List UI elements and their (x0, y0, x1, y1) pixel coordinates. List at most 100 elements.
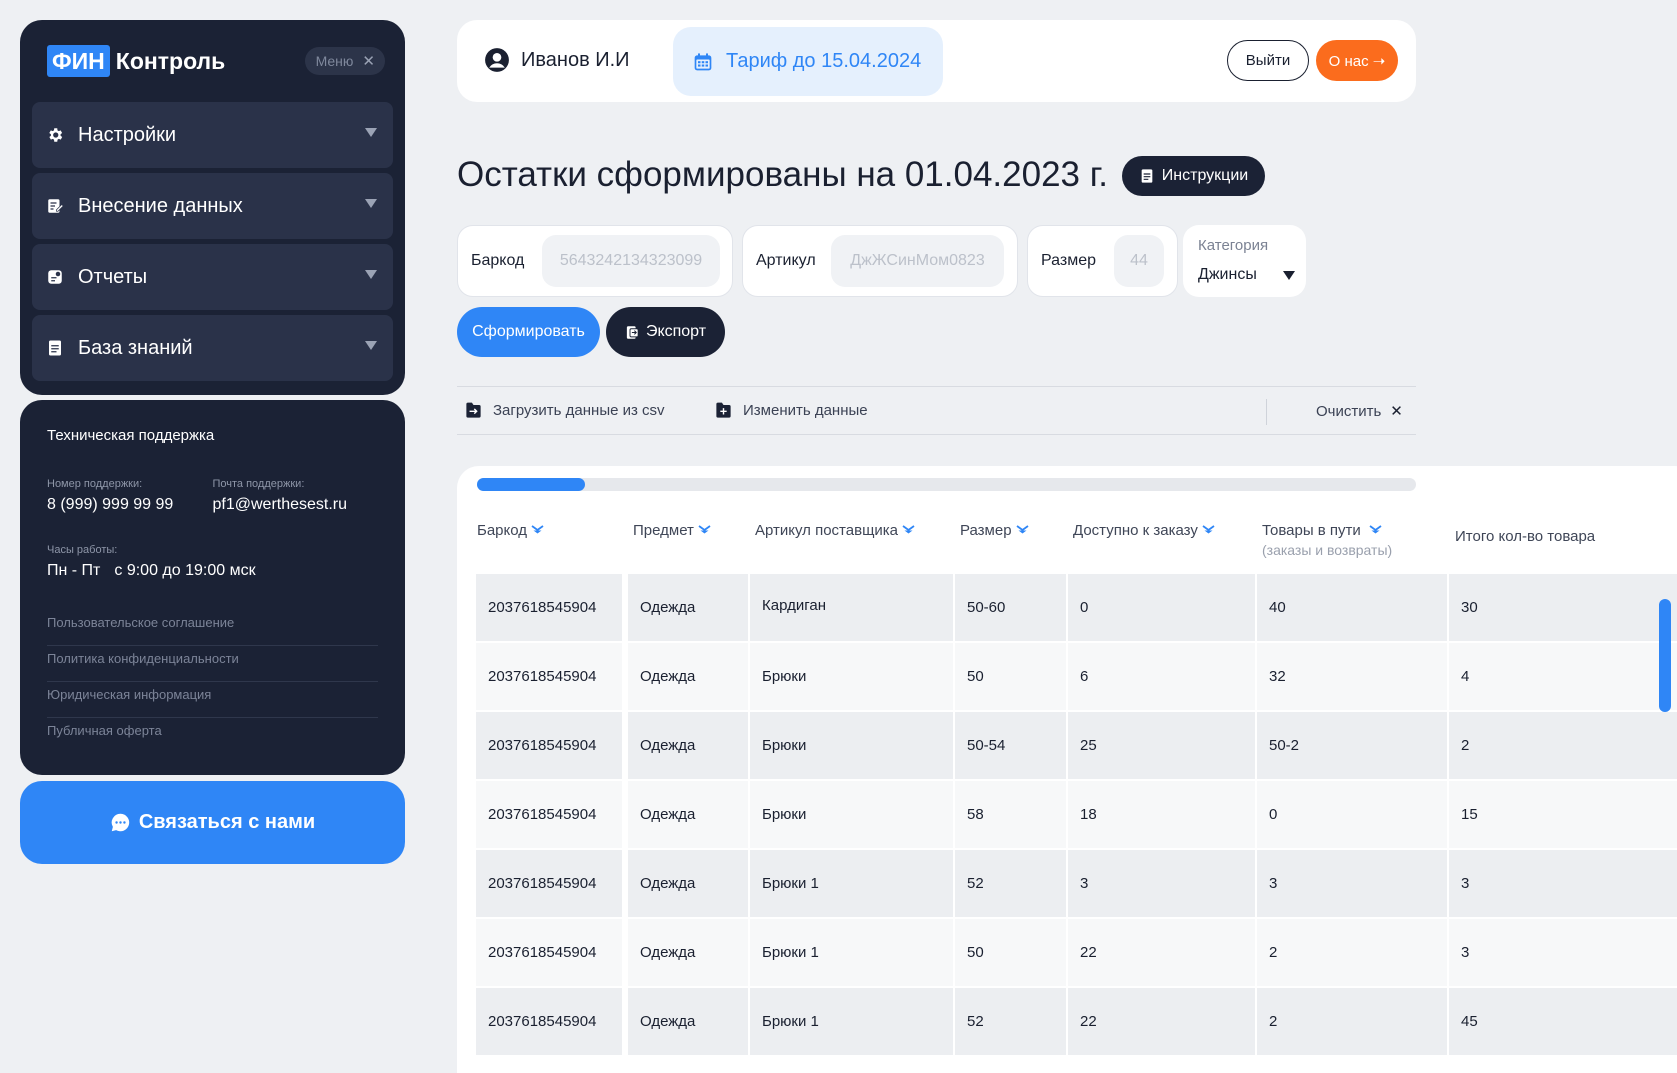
instructions-button[interactable]: Инструкции (1122, 156, 1265, 196)
column-header-label: Артикул поставщика (755, 522, 899, 539)
table-cell: 3 (1449, 919, 1677, 986)
support-card: Техническая поддержка Номер поддержки: 8… (20, 400, 405, 775)
contact-us-label: Связаться с нами (138, 811, 316, 833)
logo[interactable]: ФИН Контроль Меню ✕ (32, 20, 393, 102)
instructions-label: Инструкции (1161, 167, 1249, 184)
column-header-label: Итого кол-во товара (1455, 528, 1596, 545)
table-cell: Кардиган (750, 574, 953, 641)
table-cell: Одежда (628, 850, 748, 917)
progress-bar (477, 478, 1416, 491)
column-header-barcode[interactable]: Баркод (477, 522, 544, 539)
table-cell: 50-54 (955, 712, 1066, 779)
column-header-in-transit[interactable]: Товары в пути (заказы и возвраты) (1262, 522, 1392, 558)
table-cell: 3 (1257, 850, 1447, 917)
top-bar: Иванов И.И Тариф до 15.04.2024 Выйти О н… (457, 20, 1416, 102)
clear-button[interactable]: Очистить ✕ (1316, 402, 1403, 421)
book-icon (49, 340, 61, 356)
menu-chip-label: Меню (315, 53, 354, 69)
link-privacy-policy[interactable]: Политика конфиденциальности (47, 646, 378, 682)
divider (1266, 399, 1267, 425)
size-input[interactable]: 44 (1114, 235, 1164, 287)
generate-button[interactable]: Сформировать (457, 307, 600, 357)
table-cell: 22 (1068, 919, 1255, 986)
column-header-supplier-article[interactable]: Артикул поставщика (755, 522, 915, 539)
support-phone[interactable]: 8 (999) 999 99 99 (47, 496, 213, 514)
table-cell: 30 (1449, 574, 1677, 641)
table-cell: 6 (1068, 643, 1255, 710)
category-select[interactable]: Категория Джинсы (1183, 225, 1306, 297)
clear-label: Очистить (1316, 402, 1382, 420)
sort-icon (902, 525, 915, 534)
working-hours-label: Часы работы: (47, 544, 118, 556)
table-cell: Брюки (750, 781, 953, 848)
user-profile[interactable]: Иванов И.И (484, 47, 630, 73)
table-cell: Брюки 1 (750, 850, 953, 917)
table-cell: Одежда (628, 919, 748, 986)
upload-csv-button[interactable]: Загрузить данные из csv (464, 401, 665, 420)
edit-data-label: Изменить данные (743, 402, 868, 419)
table-cell: 3 (1068, 850, 1255, 917)
table-cell: Брюки 1 (750, 988, 953, 1055)
column-header-total[interactable]: Итого кол-во товара (1455, 528, 1595, 545)
table-cell: 4 (1449, 643, 1677, 710)
export-icon (626, 325, 639, 339)
table-cell: 25 (1068, 712, 1255, 779)
column-header-size[interactable]: Размер (960, 522, 1029, 539)
table-cell: 40 (1257, 574, 1447, 641)
working-time: с 9:00 до 19:00 мск (114, 562, 256, 579)
tariff-badge[interactable]: Тариф до 15.04.2024 (673, 27, 943, 96)
article-filter-label: Артикул (756, 252, 816, 269)
table-cell: 2 (1257, 988, 1447, 1055)
support-phone-label: Номер поддержки: (47, 478, 143, 490)
sort-icon (1202, 525, 1215, 534)
table-cell: 45 (1449, 988, 1677, 1055)
link-user-agreement[interactable]: Пользовательское соглашение (47, 610, 378, 646)
sidebar-item-reports[interactable]: Отчеты (32, 244, 393, 310)
barcode-filter: Баркод 5643242134323099 (457, 225, 733, 297)
column-header-available[interactable]: Доступно к заказу (1073, 522, 1215, 539)
progress-fill (477, 478, 585, 491)
export-label: Экспорт (645, 323, 707, 340)
export-button[interactable]: Экспорт (606, 307, 725, 357)
sidebar-item-settings[interactable]: Настройки (32, 102, 393, 168)
link-legal-info[interactable]: Юридическая информация (47, 682, 378, 718)
table-header: Баркод Предмет Артикул поставщика Размер… (477, 522, 1677, 582)
edit-icon (48, 199, 64, 213)
column-header-label: Предмет (633, 522, 694, 539)
sidebar-item-data-entry[interactable]: Внесение данных (32, 173, 393, 239)
column-header-subject[interactable]: Предмет (633, 522, 711, 539)
table-cell: Одежда (628, 712, 748, 779)
menu-close-button[interactable]: Меню ✕ (304, 47, 385, 75)
chevron-down-icon (365, 341, 377, 350)
table-cell: 2037618545904 (476, 919, 622, 986)
table-cell: 2037618545904 (476, 988, 622, 1055)
table-cell: Одежда (628, 643, 748, 710)
logout-button[interactable]: Выйти (1227, 40, 1309, 81)
table-cell: 2037618545904 (476, 643, 622, 710)
sidebar-menu: ФИН Контроль Меню ✕ Настройки Внесение д… (20, 20, 405, 395)
barcode-input[interactable]: 5643242134323099 (542, 235, 720, 287)
edit-data-button[interactable]: Изменить данные (714, 401, 868, 420)
sidebar-item-knowledge-base[interactable]: База знаний (32, 315, 393, 381)
upload-csv-label: Загрузить данные из csv (493, 402, 665, 419)
about-button[interactable]: О нас ➝ (1316, 40, 1398, 81)
size-filter: Размер 44 (1027, 225, 1178, 297)
vertical-scrollbar[interactable] (1659, 599, 1671, 712)
column-header-sublabel: (заказы и возвраты) (1262, 542, 1393, 558)
stock-table-card: Баркод Предмет Артикул поставщика Размер… (457, 466, 1677, 1073)
book-icon (1141, 169, 1153, 183)
working-days: Пн - Пт (47, 562, 101, 579)
close-icon: ✕ (1390, 403, 1403, 420)
report-icon (48, 270, 62, 284)
dropdown-arrow-icon (1282, 270, 1295, 280)
contact-us-button[interactable]: Связаться с нами (20, 781, 405, 864)
table-cell: 18 (1068, 781, 1255, 848)
table-cell: 50-2 (1257, 712, 1447, 779)
table-cell: 2037618545904 (476, 781, 622, 848)
table-cell: 50-60 (955, 574, 1066, 641)
link-public-offer[interactable]: Публичная оферта (47, 718, 378, 754)
article-input[interactable]: ДжЖСинМом0823 (831, 235, 1004, 287)
table-cell: Одежда (628, 574, 748, 641)
chat-icon (111, 813, 130, 832)
support-email[interactable]: pf1@werthesest.ru (213, 496, 379, 514)
